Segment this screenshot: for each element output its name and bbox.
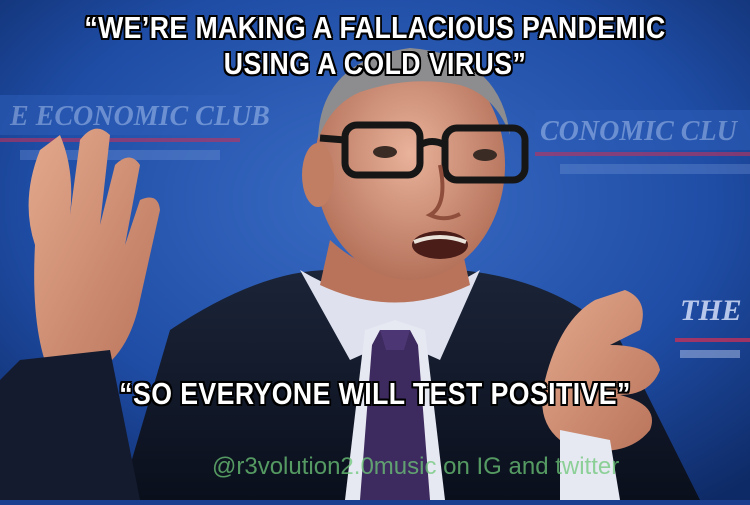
svg-text:E ECONOMIC CLUB: E ECONOMIC CLUB xyxy=(9,101,270,132)
watermark: @r3volution2.0music on IG and twitter xyxy=(212,453,620,480)
bottom-caption: “SO EVERYONE WILL TEST POSITIVE” xyxy=(119,376,631,411)
ear xyxy=(302,143,334,207)
svg-text:CONOMIC CLU: CONOMIC CLU xyxy=(540,116,739,147)
top-caption-line-2: USING A COLD VIRUS” xyxy=(223,46,527,81)
top-caption: “WE’RE MAKING A FALLACIOUS PANDEMIC USIN… xyxy=(53,10,698,82)
top-caption-line-1: “WE’RE MAKING A FALLACIOUS PANDEMIC xyxy=(84,10,666,45)
svg-text:THE: THE xyxy=(680,294,742,327)
economic-club-banner-right: CONOMIC CLU xyxy=(535,110,750,174)
